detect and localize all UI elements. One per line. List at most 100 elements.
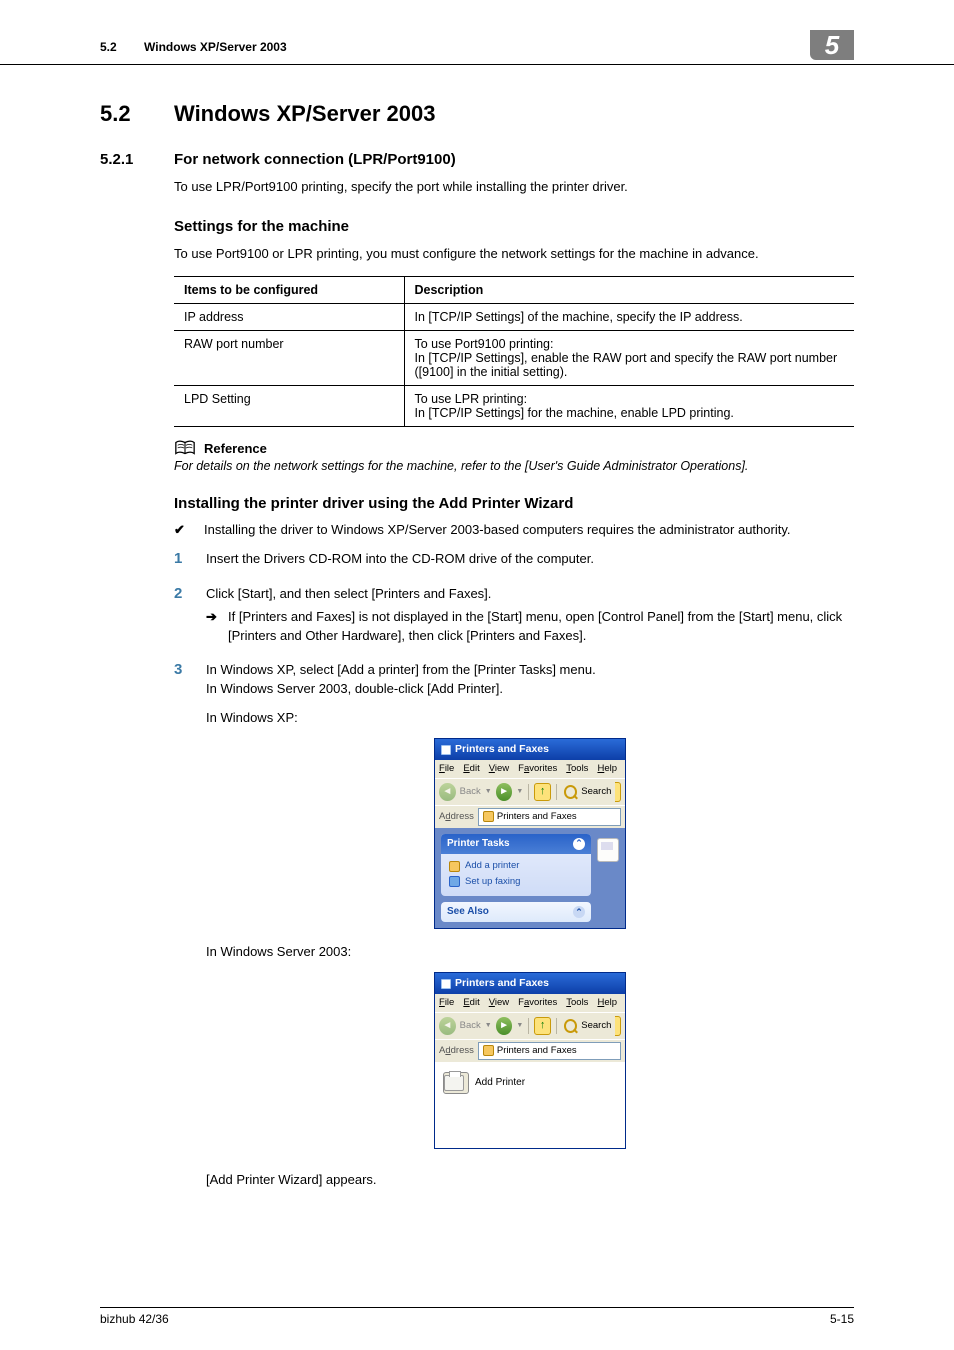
window-addressbar: Address Printers and Faxes	[435, 1039, 625, 1062]
back-label: Back	[460, 785, 481, 799]
table-row: IP address In [TCP/IP Settings] of the m…	[174, 304, 854, 331]
menu-help[interactable]: Help	[597, 996, 617, 1010]
subsection-heading-text: For network connection (LPR/Port9100)	[174, 151, 456, 168]
step-number: 3	[174, 659, 182, 681]
menu-tools[interactable]: Tools	[566, 762, 588, 776]
book-icon	[174, 439, 196, 457]
window-toolbar: ◄ Back ▼ ► ▼ ↑ Search	[435, 778, 625, 805]
screenshot-xp-window: Printers and Faxes File Edit View Favori…	[434, 738, 626, 929]
printer-folder-icon	[483, 1045, 494, 1056]
search-icon[interactable]	[564, 785, 577, 799]
address-label: Address	[439, 810, 474, 824]
window-body: Add Printer	[435, 1062, 625, 1148]
back-button[interactable]: ◄	[439, 1017, 456, 1035]
menu-edit[interactable]: Edit	[463, 996, 479, 1010]
section-heading: 5.2Windows XP/Server 2003	[100, 101, 854, 127]
toolbar-separator	[556, 1018, 557, 1034]
back-button[interactable]: ◄	[439, 783, 456, 801]
menu-file[interactable]: File	[439, 762, 454, 776]
toolbar-separator	[528, 784, 529, 800]
window-titlebar[interactable]: Printers and Faxes	[435, 739, 625, 760]
printer-device-icon[interactable]	[597, 838, 619, 862]
address-field[interactable]: Printers and Faxes	[478, 1042, 621, 1060]
panel-header[interactable]: Printer Tasks ⌃	[441, 834, 591, 855]
steps-list: 1 Insert the Drivers CD-ROM into the CD-…	[174, 550, 854, 1190]
table-cell: IP address	[174, 304, 404, 331]
step-text: Insert the Drivers CD-ROM into the CD-RO…	[206, 551, 594, 566]
folders-button-edge[interactable]	[615, 1016, 621, 1036]
menu-edit[interactable]: Edit	[463, 762, 479, 776]
collapse-icon[interactable]: ⌃	[573, 838, 585, 850]
address-value: Printers and Faxes	[497, 810, 577, 824]
search-label[interactable]: Search	[581, 785, 611, 799]
forward-dropdown-icon[interactable]: ▼	[516, 1021, 523, 1031]
step-item: 1 Insert the Drivers CD-ROM into the CD-…	[174, 550, 854, 569]
table-row: LPD Setting To use LPR printing: In [TCP…	[174, 386, 854, 427]
up-button[interactable]: ↑	[534, 783, 551, 801]
table-cell: RAW port number	[174, 331, 404, 386]
printer-folder-icon	[483, 811, 494, 822]
header-section-num: 5.2	[100, 40, 117, 54]
step-subnote: ➔ If [Printers and Faxes] is not display…	[206, 608, 854, 646]
window-titlebar[interactable]: Printers and Faxes	[435, 973, 625, 994]
subsection-heading: 5.2.1For network connection (LPR/Port910…	[100, 151, 854, 168]
arrow-icon: ➔	[206, 608, 220, 646]
step-number: 2	[174, 583, 182, 605]
menu-view[interactable]: View	[489, 996, 509, 1010]
task-label: Set up faxing	[465, 875, 520, 889]
window-title: Printers and Faxes	[455, 742, 549, 757]
check-note: ✔ Installing the driver to Windows XP/Se…	[174, 522, 854, 538]
forward-button[interactable]: ►	[496, 1017, 513, 1035]
table-head-desc: Description	[404, 277, 854, 304]
intro-paragraph-2: To use Port9100 or LPR printing, you mus…	[174, 245, 854, 263]
window-icon	[441, 979, 451, 989]
check-icon: ✔	[174, 522, 186, 538]
menu-favorites[interactable]: Favorites	[518, 996, 557, 1010]
screenshot-ws2003-window: Printers and Faxes File Edit View Favori…	[434, 972, 626, 1149]
window-body: Printer Tasks ⌃ Add a printer	[435, 828, 625, 929]
subsection-heading-num: 5.2.1	[100, 151, 174, 168]
back-dropdown-icon[interactable]: ▼	[485, 1021, 492, 1031]
up-button[interactable]: ↑	[534, 1017, 551, 1035]
table-cell: To use Port9100 printing: In [TCP/IP Set…	[404, 331, 854, 386]
panel-title: Printer Tasks	[447, 837, 510, 852]
collapse-icon[interactable]: ⌃	[573, 906, 585, 918]
address-field[interactable]: Printers and Faxes	[478, 808, 621, 826]
back-dropdown-icon[interactable]: ▼	[485, 787, 492, 797]
caption-ws2003: In Windows Server 2003:	[206, 943, 854, 962]
table-cell: LPD Setting	[174, 386, 404, 427]
window-menubar: File Edit View Favorites Tools Help	[435, 994, 625, 1012]
window-menubar: File Edit View Favorites Tools Help	[435, 760, 625, 778]
reference-text: For details on the network settings for …	[174, 459, 854, 473]
add-printer-link[interactable]: Add a printer	[449, 858, 583, 874]
menu-tools[interactable]: Tools	[566, 996, 588, 1010]
toolbar-separator	[556, 784, 557, 800]
fax-icon	[449, 876, 460, 887]
menu-view[interactable]: View	[489, 762, 509, 776]
add-printer-item[interactable]: Add Printer	[443, 1072, 617, 1094]
check-note-text: Installing the driver to Windows XP/Serv…	[204, 522, 790, 537]
setup-faxing-link[interactable]: Set up faxing	[449, 874, 583, 890]
printer-icon	[449, 861, 460, 872]
window-addressbar: Address Printers and Faxes	[435, 805, 625, 828]
search-icon[interactable]	[564, 1019, 577, 1033]
back-label: Back	[460, 1019, 481, 1033]
intro-paragraph-1: To use LPR/Port9100 printing, specify th…	[174, 178, 854, 196]
step-result-text: [Add Printer Wizard] appears.	[206, 1171, 854, 1190]
table-head-items: Items to be configured	[174, 277, 404, 304]
panel-header[interactable]: See Also ⌃	[441, 902, 591, 923]
step-text: In Windows Server 2003, double-click [Ad…	[206, 681, 503, 696]
menu-help[interactable]: Help	[597, 762, 617, 776]
reference-label: Reference	[204, 441, 267, 456]
forward-button[interactable]: ►	[496, 783, 513, 801]
menu-file[interactable]: File	[439, 996, 454, 1010]
step-text: In Windows XP, select [Add a printer] fr…	[206, 662, 596, 677]
table-row: RAW port number To use Port9100 printing…	[174, 331, 854, 386]
see-also-panel: See Also ⌃	[441, 902, 591, 923]
menu-favorites[interactable]: Favorites	[518, 762, 557, 776]
folders-button-edge[interactable]	[615, 782, 621, 802]
task-label: Add a printer	[465, 859, 519, 873]
forward-dropdown-icon[interactable]: ▼	[516, 787, 523, 797]
search-label[interactable]: Search	[581, 1019, 611, 1033]
printer-icon	[444, 1075, 464, 1091]
